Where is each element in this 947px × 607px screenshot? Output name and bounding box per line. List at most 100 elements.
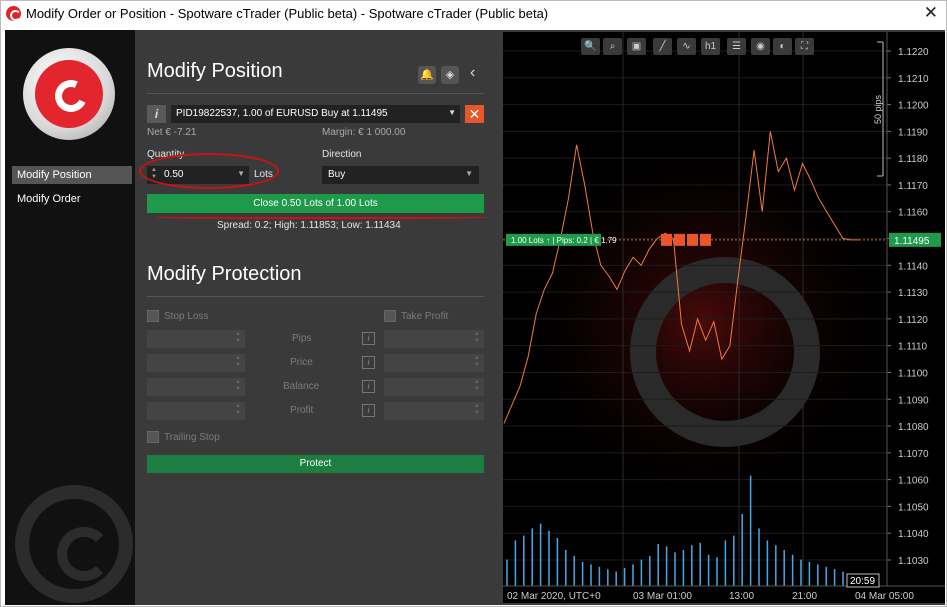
stepper-icon: ▲ ▼ bbox=[235, 331, 241, 344]
price-tick-label: 1.1070 bbox=[898, 449, 929, 460]
stop-loss-price-input[interactable]: ▲ ▼ bbox=[147, 354, 245, 372]
price-tick-label: 1.1140 bbox=[898, 261, 928, 272]
price-tick-label: 1.1120 bbox=[898, 315, 928, 326]
share-icon[interactable]: ⛶ bbox=[795, 38, 814, 55]
balance-label: Balance bbox=[283, 381, 320, 392]
direction-select[interactable]: Buy ▼ bbox=[322, 166, 479, 184]
info-icon[interactable]: i bbox=[362, 404, 375, 417]
price-tick-label: 1.1090 bbox=[898, 395, 929, 406]
zoom-in-icon[interactable]: ⌕ bbox=[603, 38, 622, 55]
dialog-body: Modify Position Modify Order Modify Posi… bbox=[5, 30, 945, 605]
logo-red-disc bbox=[35, 60, 103, 128]
direction-label: Direction bbox=[322, 149, 362, 160]
stepper-icon: ▲ ▼ bbox=[474, 331, 480, 344]
screenshot-icon[interactable]: ▣ bbox=[627, 38, 646, 55]
position-action-icon bbox=[687, 233, 698, 246]
stop-loss-checkbox[interactable] bbox=[147, 310, 159, 322]
annotation-underline bbox=[157, 216, 487, 219]
modify-panel: Modify Position 🔔 ◈ ‹ i PID19822537, 1.0… bbox=[135, 30, 498, 605]
modify-position-title: Modify Position bbox=[147, 60, 283, 82]
dropdown-arrow-icon: ▼ bbox=[448, 108, 456, 117]
take-profit-label: Take Profit bbox=[401, 311, 449, 322]
close-window-button[interactable]: ✕ bbox=[924, 3, 938, 23]
time-tick-label: 04 Mar 05:00 bbox=[855, 591, 914, 602]
stepper-icon: ▲ ▼ bbox=[474, 379, 480, 392]
position-info-button[interactable]: i bbox=[147, 105, 166, 123]
spread-info: Spread: 0.2; High: 1.11853; Low: 1.11434 bbox=[217, 220, 401, 231]
price-tick-label: 1.1030 bbox=[898, 556, 929, 567]
price-chart[interactable]: 1.1220 1.1210 1.1200 1.1190 1.1180 1.1170 1.11… bbox=[503, 32, 945, 603]
margin-value: Margin: € 1 000.00 bbox=[322, 127, 406, 138]
take-profit-profit-input[interactable]: ▲ ▼ bbox=[384, 402, 484, 420]
position-select[interactable]: PID19822537, 1.00 of EURUSD Buy at 1.114… bbox=[171, 105, 460, 123]
protect-button[interactable]: Protect bbox=[147, 455, 484, 473]
price-tick-label: 1.1180 bbox=[898, 154, 928, 165]
direction-value: Buy bbox=[328, 169, 346, 180]
timeframe-h1-button[interactable]: h1 bbox=[701, 38, 720, 55]
chart-canvas: 1.1220 1.1210 1.1200 1.1190 1.1180 1.1170 1.11… bbox=[503, 32, 945, 602]
sidebar-item-modify-order[interactable]: Modify Order bbox=[12, 190, 132, 208]
price-tick-label: 1.1210 bbox=[898, 74, 929, 85]
profit-label: Profit bbox=[290, 405, 314, 416]
time-tick-label: 02 Mar 2020, UTC+0 bbox=[507, 591, 601, 602]
position-action-icon bbox=[700, 233, 711, 246]
modify-protection-title: Modify Protection bbox=[147, 263, 302, 285]
stepper-icon: ▲ ▼ bbox=[235, 403, 241, 416]
price-tick-label: 1.1100 bbox=[898, 368, 928, 379]
window-title: Modify Order or Position - Spotware cTra… bbox=[26, 6, 549, 21]
ctrader-watermark bbox=[15, 485, 133, 603]
list-icon[interactable]: ☰ bbox=[727, 38, 746, 55]
price-tick-label: 1.1060 bbox=[898, 476, 929, 487]
price-tick-label: 1.1130 bbox=[898, 288, 928, 299]
stop-loss-profit-input[interactable]: ▲ ▼ bbox=[147, 402, 245, 420]
info-icon[interactable]: i bbox=[362, 356, 375, 369]
indicator-icon[interactable]: ∿ bbox=[677, 38, 696, 55]
chevron-left-icon[interactable]: ‹ bbox=[470, 64, 475, 82]
stop-loss-pips-input[interactable]: ▲ ▼ bbox=[147, 330, 245, 348]
time-tick-label: 21:00 bbox=[792, 591, 817, 602]
price-tick-label: 1.1200 bbox=[898, 101, 929, 112]
price-tick-label: 1.1190 bbox=[898, 127, 928, 138]
close-position-x-button[interactable]: ✕ bbox=[465, 105, 484, 123]
take-profit-price-input[interactable]: ▲ ▼ bbox=[384, 354, 484, 372]
price-tick-label: 1.1040 bbox=[898, 529, 929, 540]
info-icon[interactable]: i bbox=[362, 332, 375, 345]
direction-dropdown-arrow-icon: ▼ bbox=[465, 169, 473, 178]
net-value: Net € -7.21 bbox=[147, 127, 197, 138]
position-action-icon bbox=[674, 233, 685, 246]
stepper-icon: ▲ ▼ bbox=[235, 355, 241, 368]
time-tick-label: 03 Mar 01:00 bbox=[633, 591, 692, 602]
ctrader-logo bbox=[23, 48, 115, 140]
info-icon[interactable]: i bbox=[362, 380, 375, 393]
close-lots-button[interactable]: Close 0.50 Lots of 1.00 Lots bbox=[147, 194, 484, 213]
price-tick-label: 1.1110 bbox=[898, 342, 928, 353]
time-tick-label: 13:00 bbox=[729, 591, 754, 602]
draw-icon[interactable]: ╱ bbox=[653, 38, 672, 55]
price-tick-label: 1.1080 bbox=[898, 422, 929, 433]
app-window: Modify Order or Position - Spotware cTra… bbox=[0, 0, 947, 607]
title-bar: Modify Order or Position - Spotware cTra… bbox=[1, 1, 946, 27]
position-tag-label: 1.00 Lots ↑ | Pips: 0.2 | € 1.79 bbox=[511, 236, 617, 245]
scale-label: 50 pips bbox=[873, 94, 883, 124]
price-tick-label: 1.1170 bbox=[898, 181, 928, 192]
stepper-icon: ▲ ▼ bbox=[474, 403, 480, 416]
theme-icon[interactable]: ◐ bbox=[773, 38, 792, 55]
current-price-label: 1.11495 bbox=[894, 236, 930, 247]
trailing-stop-label: Trailing Stop bbox=[164, 432, 220, 443]
time-cursor-label: 20:59 bbox=[850, 576, 875, 587]
zoom-out-icon[interactable]: 🔍 bbox=[581, 38, 600, 55]
stop-loss-label: Stop Loss bbox=[164, 311, 209, 322]
take-profit-balance-input[interactable]: ▲ ▼ bbox=[384, 378, 484, 396]
watch-icon[interactable]: ◉ bbox=[751, 38, 770, 55]
shield-icon[interactable]: ◈ bbox=[441, 66, 459, 84]
annotation-circle bbox=[139, 153, 279, 189]
trailing-stop-checkbox[interactable] bbox=[147, 431, 159, 443]
divider bbox=[147, 296, 484, 297]
bell-icon[interactable]: 🔔 bbox=[418, 66, 436, 84]
stepper-icon: ▲ ▼ bbox=[474, 355, 480, 368]
take-profit-checkbox[interactable] bbox=[384, 310, 396, 322]
stop-loss-balance-input[interactable]: ▲ ▼ bbox=[147, 378, 245, 396]
take-profit-pips-input[interactable]: ▲ ▼ bbox=[384, 330, 484, 348]
stepper-icon: ▲ ▼ bbox=[235, 379, 241, 392]
sidebar-item-modify-position[interactable]: Modify Position bbox=[12, 166, 132, 184]
